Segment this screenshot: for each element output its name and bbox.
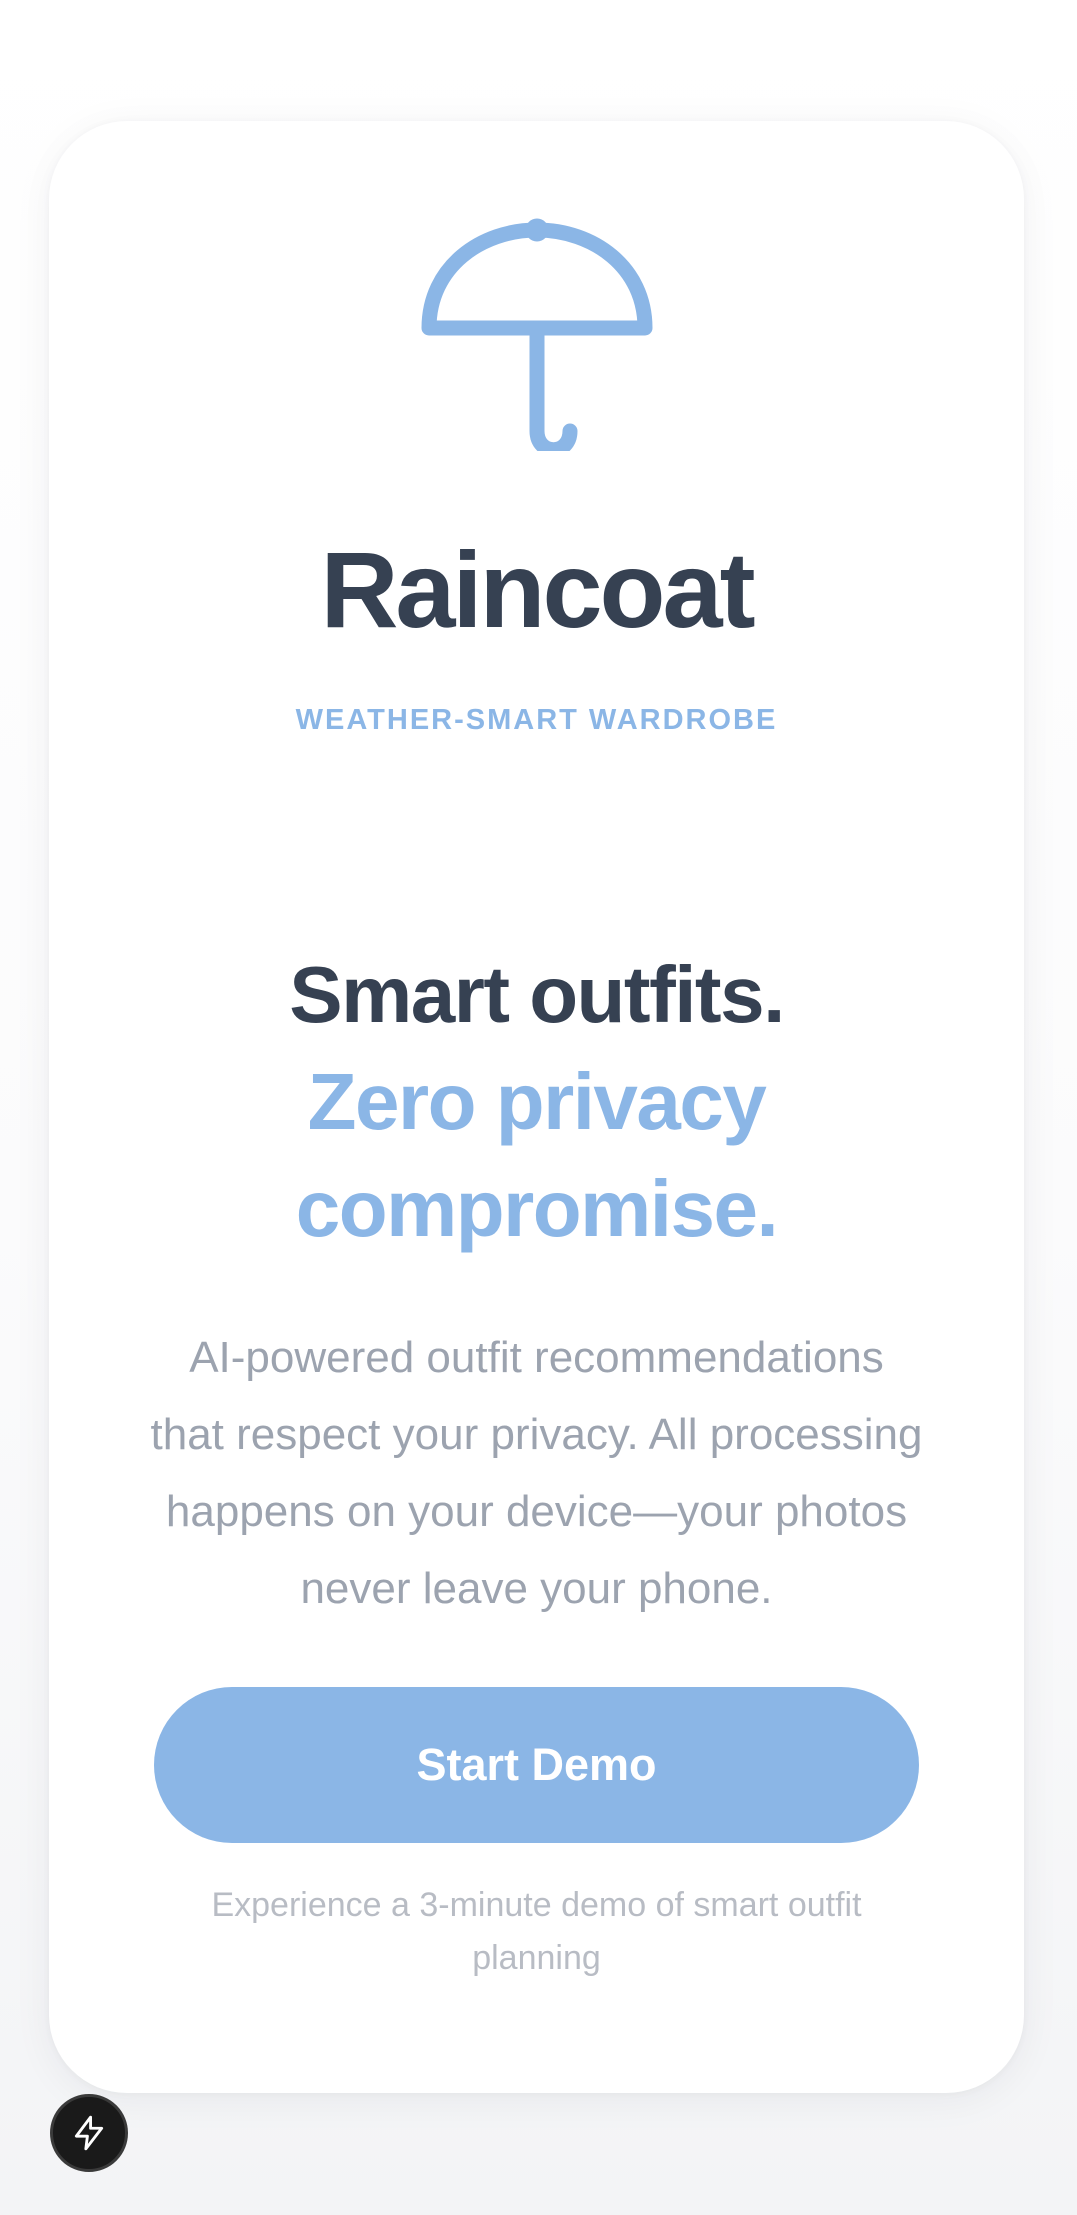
app-tagline: WEATHER-SMART WARDROBE bbox=[295, 704, 778, 736]
demo-note: Experience a 3-minute demo of smart outf… bbox=[211, 1886, 862, 1977]
start-demo-button[interactable]: Start Demo bbox=[154, 1687, 919, 1843]
quick-action-button[interactable] bbox=[50, 2094, 128, 2172]
headline-accent: Zero privacy compromise. bbox=[295, 1057, 779, 1253]
hero-headline: Smart outfits. Zero privacy compromise. bbox=[49, 941, 1024, 1262]
umbrella-icon bbox=[421, 218, 652, 451]
hero-description: AI-powered outfit recommendations that r… bbox=[150, 1333, 923, 1613]
lightning-bolt-icon bbox=[74, 2115, 104, 2151]
app-title: Raincoat bbox=[320, 529, 755, 650]
headline-primary: Smart outfits. bbox=[289, 950, 785, 1039]
welcome-card: Raincoat WEATHER-SMART WARDROBE Smart ou… bbox=[49, 121, 1024, 2093]
